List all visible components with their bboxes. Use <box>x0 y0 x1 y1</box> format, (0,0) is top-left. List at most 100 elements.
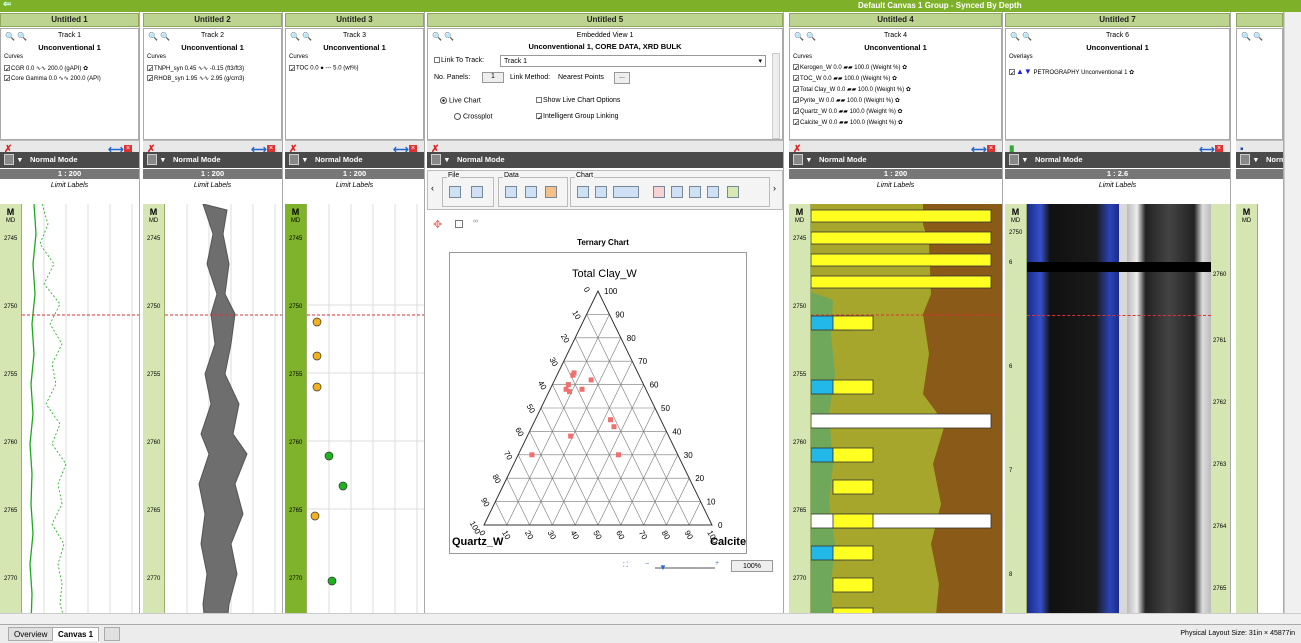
open-icon[interactable] <box>449 186 461 198</box>
mode-bar[interactable]: ▾Normal Mode <box>427 152 783 168</box>
link-track-row[interactable]: Link To Track: <box>434 57 484 64</box>
tab-overview[interactable]: Overview <box>8 627 54 641</box>
track-header[interactable]: Untitled 1 <box>0 13 139 27</box>
properties-scrollbar[interactable] <box>772 53 780 139</box>
embedded-properties: 🔍 🔍 Embedded View 1 Unconventional 1, CO… <box>427 28 783 140</box>
curve-row[interactable]: ✓Pyrite_W 0.0 ▰▰ 100.0 (Weight %) ✿ <box>793 97 900 105</box>
grid-line <box>540 407 599 526</box>
up-arrow-icon[interactable]: ▲ <box>1016 67 1024 76</box>
checkbox[interactable]: ✓ <box>4 65 10 73</box>
curve-row[interactable]: ✓TOC 0.0 ● --- 5.0 (wt%) <box>289 65 359 73</box>
curve-row[interactable]: ✓RHOB_syn 1.95 ∿∿ 2.95 (g/cm3) <box>147 75 244 83</box>
save-icon[interactable] <box>471 186 483 198</box>
curve-row[interactable]: ✓TOC_W 0.0 ▰▰ 100.0 (Weight %) ✿ <box>793 75 897 83</box>
mineral-log-area[interactable] <box>810 204 1002 613</box>
ternary-chart[interactable]: 0001010102020203030304040405050506060607… <box>450 253 763 553</box>
curve-row[interactable]: ✓Total Clay_W 0.0 ▰▰ 100.0 (Weight %) ✿ <box>793 86 911 94</box>
zoom-fit-icon[interactable]: ⛶ <box>623 562 628 570</box>
mode-bar[interactable]: ▾Normal Mode <box>1005 152 1230 168</box>
data-icon[interactable] <box>505 186 517 198</box>
curve-row[interactable]: ✓Calcite_W 0.0 ▰▰ 100.0 (Weight %) ✿ <box>793 119 903 127</box>
show-live-options-checkbox[interactable]: Show Live Chart Options <box>536 97 620 104</box>
pan-icon[interactable]: ✥ <box>433 218 442 231</box>
log-area[interactable] <box>22 203 139 613</box>
down-arrow-icon[interactable]: ▼ <box>1024 67 1032 76</box>
mode-bar[interactable]: ▾Normal Mode <box>789 152 1002 168</box>
select-icon[interactable] <box>455 220 463 228</box>
track-panel-2: Untitled 2 🔍 🔍 Track 2 Unconventional 1 … <box>143 12 283 613</box>
refresh-icon[interactable] <box>545 186 557 198</box>
tab-canvas-1[interactable]: Canvas 1 <box>52 627 100 641</box>
zoom-thumb[interactable]: ▼ <box>659 563 667 572</box>
info-icon[interactable] <box>689 186 701 198</box>
chart-title: Ternary Chart <box>577 238 629 247</box>
chart-view-icon[interactable] <box>595 186 607 198</box>
track-panel-3: Untitled 3 🔍 🔍 Track 3 Unconventional 1 … <box>285 12 425 613</box>
depth-column: MMD 2750 6 6 7 7 8 <box>1005 204 1027 613</box>
tick-label-right: 0 <box>718 521 723 530</box>
mode-bar[interactable]: ▾Normal Mode <box>285 152 424 168</box>
panels-stepper[interactable]: 1 <box>482 72 504 83</box>
track-header[interactable]: Untitled 4 <box>789 13 1002 27</box>
vertical-scrollbar[interactable] <box>1284 12 1301 613</box>
mode-bar[interactable]: ▾Normal Mode <box>0 152 139 168</box>
depth-column: M MD 2745 2750 2755 2760 2765 2770 <box>0 204 22 613</box>
tick-label-left: 40 <box>536 379 549 392</box>
brush-icon[interactable] <box>653 186 665 198</box>
overlay-row[interactable]: ✓▲▼ PETROGRAPHY Unconventional 1 ✿ <box>1009 67 1134 77</box>
horizontal-scrollbar[interactable] <box>0 613 1301 624</box>
track-name: Track 2 <box>200 32 225 39</box>
properties-icon[interactable] <box>671 186 683 198</box>
log-area[interactable] <box>307 204 424 613</box>
ribbon-right-arrow[interactable]: › <box>773 183 776 193</box>
track-properties: 🔍 🔍 <box>1236 28 1283 140</box>
live-chart-radio[interactable]: Live Chart <box>440 97 481 104</box>
tick-label-right: 60 <box>650 381 659 390</box>
lasso-icon[interactable]: ∞ <box>473 218 478 225</box>
curve-row[interactable]: ✓Core Gamma 0.0 ∿∿ 200.0 (API) <box>4 75 101 83</box>
link-track-select[interactable]: Track 1 ▾ <box>500 55 766 67</box>
zoom-level[interactable]: 100% <box>731 560 773 572</box>
track-header[interactable]: Untitled 2 <box>143 13 282 27</box>
log-area[interactable] <box>165 203 282 613</box>
link-method-button[interactable]: ... <box>614 72 630 84</box>
chart-layout-icon[interactable] <box>577 186 589 198</box>
zoom-minus[interactable]: − <box>645 561 649 568</box>
track-panel-6: Untitled 7 🔍 🔍 Track 6 Unconventional 1 … <box>1005 12 1231 613</box>
curve-row[interactable]: ✓Quartz_W 0.0 ▰▰ 100.0 (Weight %) ✿ <box>793 108 903 116</box>
data-point <box>570 372 576 378</box>
grid-line <box>563 361 644 526</box>
mode-bar[interactable]: ▾Normal Mode <box>143 152 282 168</box>
ribbon-group-chart: Chart <box>570 172 770 207</box>
mode-bar[interactable]: ▾Normal Mode <box>1236 152 1283 180</box>
grid-dropdown-icon[interactable] <box>613 186 639 198</box>
grid-line <box>517 454 553 526</box>
curve-row[interactable]: ✓CGR 0.0 ∿∿ 200.0 (gAPI) ✿ <box>4 65 88 73</box>
back-arrow-icon[interactable]: ⇐ <box>3 0 11 10</box>
table-icon[interactable] <box>525 186 537 198</box>
symbols-icon[interactable] <box>707 186 719 198</box>
zoom-plus[interactable]: + <box>715 560 719 567</box>
zoom-in-icon[interactable]: 🔍 <box>1241 32 1251 41</box>
curves-label: Curves <box>289 54 309 60</box>
bar-chart-icon[interactable] <box>727 186 739 198</box>
core-image[interactable] <box>1027 204 1211 613</box>
curve-row[interactable]: ✓TNPH_syn 0.45 ∿∿ -0.15 (ft3/ft3) <box>147 65 244 73</box>
track-header[interactable]: Untitled 3 <box>285 13 424 27</box>
track-header[interactable]: Untitled 7 <box>1005 13 1230 27</box>
ribbon-left-arrow[interactable]: ‹ <box>431 183 434 193</box>
track-header[interactable] <box>1236 13 1283 27</box>
grid-line <box>495 501 508 526</box>
curve-row[interactable]: ✓Kerogen_W 0.0 ▰▰ 100.0 (Weight %) ✿ <box>793 64 907 72</box>
crossplot-radio[interactable]: Crossplot <box>454 113 493 120</box>
track-header[interactable]: Untitled 5 <box>427 13 783 27</box>
well-name: Unconventional 1 <box>181 43 244 52</box>
new-tab-icon[interactable] <box>104 627 120 641</box>
tick-label-left: 30 <box>547 356 560 369</box>
zoom-out-icon[interactable]: 🔍 <box>1253 32 1263 41</box>
scale-bar: 1 : 200 <box>0 169 139 179</box>
intelligent-linking-checkbox[interactable]: ✓Intelligent Group Linking <box>536 113 619 122</box>
checkbox[interactable]: ✓ <box>4 75 10 83</box>
depth-column: M MD 2745 2750 2755 2760 2765 2770 <box>789 204 811 613</box>
tick-label-bottom: 20 <box>523 529 536 542</box>
